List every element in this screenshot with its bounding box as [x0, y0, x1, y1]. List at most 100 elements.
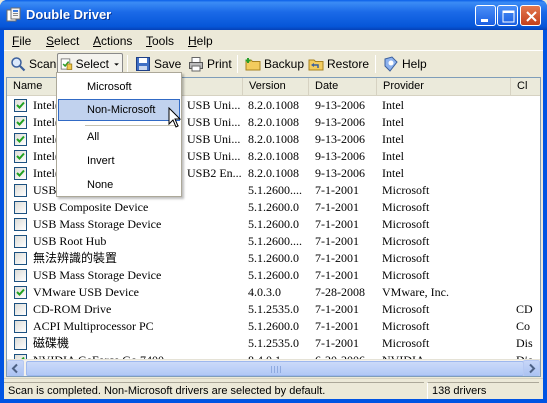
driver-name: ACPI Multiprocessor PC	[33, 319, 154, 333]
driver-version: 8.2.0.1008	[248, 115, 299, 129]
mouse-cursor-icon	[168, 107, 182, 128]
help-button[interactable]: Help	[381, 53, 429, 75]
driver-provider: Intel	[382, 115, 404, 129]
minimize-button[interactable]	[475, 5, 496, 26]
row-checkbox[interactable]	[14, 167, 27, 180]
scroll-grip	[277, 366, 278, 373]
scroll-left-button[interactable]	[7, 360, 24, 376]
driver-name-tail: USB Uni...	[187, 149, 241, 163]
row-checkbox[interactable]	[14, 286, 27, 299]
row-checkbox[interactable]	[14, 320, 27, 333]
driver-date: 9-13-2006	[315, 149, 365, 163]
row-checkbox[interactable]	[14, 116, 27, 129]
scan-label: Scan	[29, 57, 57, 71]
column-header-provider[interactable]: Provider	[377, 78, 511, 96]
table-row[interactable]: USB Composite Device 5.1.2600.0 7-1-2001 Mi…	[7, 199, 540, 216]
table-row[interactable]: USB Mass Storage Device 5.1.2600.0 7-1-200…	[7, 216, 540, 233]
menu-file[interactable]: File	[12, 34, 31, 48]
driver-name-tail: USB Uni...	[187, 115, 241, 129]
driver-class: Dis	[516, 336, 533, 350]
maximize-button[interactable]	[497, 5, 518, 26]
status-message: Scan is completed. Non-Microsoft drivers…	[4, 382, 424, 399]
menu-option-non-microsoft[interactable]: Non-Microsoft	[58, 99, 180, 121]
scan-button[interactable]: Scan	[8, 53, 58, 75]
row-checkbox[interactable]	[14, 201, 27, 214]
driver-date: 9-13-2006	[315, 115, 365, 129]
menu-actions-accel: A	[93, 34, 102, 48]
window-title: Double Driver	[26, 7, 112, 22]
menu-option-invert[interactable]: Invert	[58, 150, 180, 172]
driver-class: CD	[516, 302, 533, 316]
driver-name: USB Mass Storage Device	[33, 217, 162, 231]
table-row[interactable]: CD-ROM Drive 5.1.2535.0 7-1-2001 Microsoft C…	[7, 301, 540, 318]
row-checkbox[interactable]	[14, 133, 27, 146]
row-checkbox[interactable]	[14, 184, 27, 197]
row-checkbox[interactable]	[14, 99, 27, 112]
driver-class	[516, 250, 540, 267]
close-button[interactable]	[520, 5, 541, 26]
scroll-right-button[interactable]	[523, 360, 540, 376]
select-dropdown-menu: Microsoft Non-Microsoft All Invert None	[56, 72, 182, 197]
table-row[interactable]: VMware USB Device 4.0.3.0 7-28-2008 VMware,…	[7, 284, 540, 301]
app-window: Double Driver File Select Actions Tools …	[0, 0, 547, 403]
menu-help-accel: H	[188, 34, 197, 48]
table-row[interactable]: 無法辨識的裝置 5.1.2600.0 7-1-2001 Microsoft	[7, 250, 540, 267]
driver-date: 7-1-2001	[315, 217, 359, 231]
menu-option-none[interactable]: None	[58, 174, 180, 196]
driver-class: Co	[516, 319, 531, 333]
maximize-icon	[502, 10, 515, 23]
row-checkbox[interactable]	[14, 252, 27, 265]
driver-name: CD-ROM Drive	[33, 302, 112, 316]
printer-icon	[189, 57, 203, 72]
print-button[interactable]: Print	[186, 53, 234, 75]
restore-button[interactable]: Restore	[306, 53, 371, 75]
folder-add-icon	[245, 58, 261, 71]
row-checkbox[interactable]	[14, 303, 27, 316]
menu-tools[interactable]: Tools	[146, 34, 174, 48]
menu-select-accel: S	[46, 34, 55, 48]
row-checkbox[interactable]	[14, 337, 27, 350]
row-checkbox[interactable]	[14, 269, 27, 282]
row-checkbox[interactable]	[14, 218, 27, 231]
driver-version: 5.1.2600....	[248, 234, 302, 248]
toolbar-separator	[375, 55, 376, 73]
driver-date: 7-1-2001	[315, 336, 359, 350]
horizontal-scrollbar[interactable]	[7, 359, 540, 376]
menu-option-all[interactable]: All	[58, 126, 180, 148]
column-header-date[interactable]: Date	[309, 78, 377, 96]
table-row[interactable]: USB Mass Storage Device 5.1.2600.0 7-1-200…	[7, 267, 540, 284]
checkmark-icon	[16, 169, 25, 177]
row-checkbox[interactable]	[14, 235, 27, 248]
driver-name: USB Mass Storage Device	[33, 268, 162, 282]
title-bar[interactable]: Double Driver	[0, 0, 547, 30]
driver-provider: Intel	[382, 98, 404, 112]
scroll-thumb[interactable]	[26, 361, 524, 376]
table-row[interactable]: ACPI Multiprocessor PC 5.1.2600.0 7-1-2001…	[7, 318, 540, 335]
menu-option-microsoft[interactable]: Microsoft	[58, 76, 180, 98]
driver-name: VMware USB Device	[33, 285, 139, 299]
folder-restore-icon	[308, 59, 324, 71]
table-row[interactable]: USB Root Hub 5.1.2600.... 7-1-2001 Microsof…	[7, 233, 540, 250]
checkmark-icon	[16, 118, 25, 126]
menu-bar: File Select Actions Tools Help	[4, 30, 543, 50]
driver-provider: Intel	[382, 132, 404, 146]
checkmark-icon	[16, 288, 25, 296]
menu-select[interactable]: Select	[46, 34, 79, 48]
driver-provider: Microsoft	[382, 217, 430, 231]
driver-date: 7-1-2001	[315, 200, 359, 214]
driver-class	[516, 233, 540, 250]
menu-tools-label: ools	[152, 34, 175, 48]
column-header-class[interactable]: Cl	[511, 78, 540, 96]
column-header-version[interactable]: Version	[243, 78, 309, 96]
driver-version: 5.1.2600.0	[248, 251, 299, 265]
toolbar-separator	[127, 55, 128, 73]
row-checkbox[interactable]	[14, 150, 27, 163]
checkmark-icon	[16, 101, 25, 109]
driver-version: 8.2.0.1008	[248, 166, 299, 180]
menu-actions[interactable]: Actions	[93, 34, 132, 48]
app-icon	[6, 7, 21, 22]
menu-help[interactable]: Help	[188, 34, 213, 48]
backup-button[interactable]: Backup	[243, 53, 306, 75]
driver-provider: Intel	[382, 166, 404, 180]
table-row[interactable]: 磁碟機 5.1.2535.0 7-1-2001 Microsoft Dis	[7, 335, 540, 352]
